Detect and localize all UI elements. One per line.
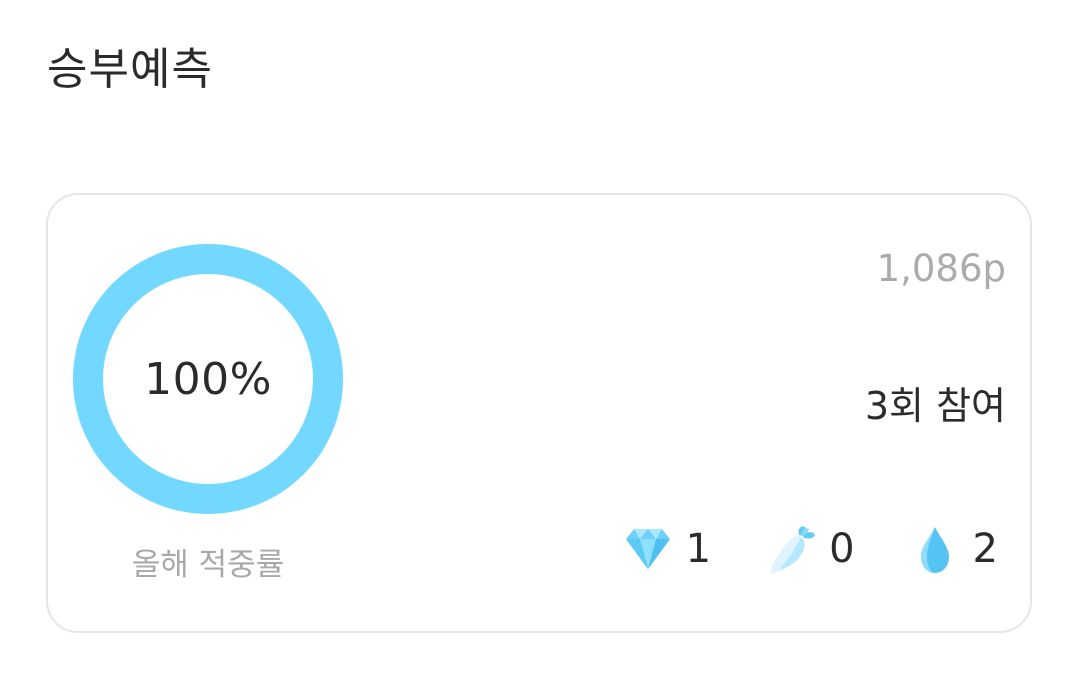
accuracy-label: 올해 적중률 <box>131 547 285 583</box>
stat-radish: 0 <box>763 523 855 575</box>
stat-radish-value: 0 <box>829 526 855 572</box>
reward-stats: 1 0 2 <box>620 521 998 577</box>
points-value: 1,086p <box>876 247 1006 290</box>
section-title: 승부예측 <box>47 44 213 95</box>
stat-water-drop: 2 <box>907 523 998 575</box>
diamond-icon <box>620 523 676 575</box>
stat-diamond-value: 1 <box>685 526 712 572</box>
accuracy-ring: 100% <box>72 243 344 515</box>
radish-icon <box>763 523 819 575</box>
stat-diamond: 1 <box>620 523 711 575</box>
prediction-page: 승부예측 100% 올해 적중률 1,086p 3회 참여 1 0 2 <box>0 0 1080 676</box>
water-drop-icon <box>907 523 963 575</box>
stat-water-drop-value: 2 <box>972 526 998 572</box>
participation-count: 3회 참여 <box>864 384 1006 428</box>
accuracy-value: 100% <box>144 353 272 405</box>
prediction-summary-card[interactable]: 100% 올해 적중률 1,086p 3회 참여 1 0 2 <box>46 193 1032 633</box>
